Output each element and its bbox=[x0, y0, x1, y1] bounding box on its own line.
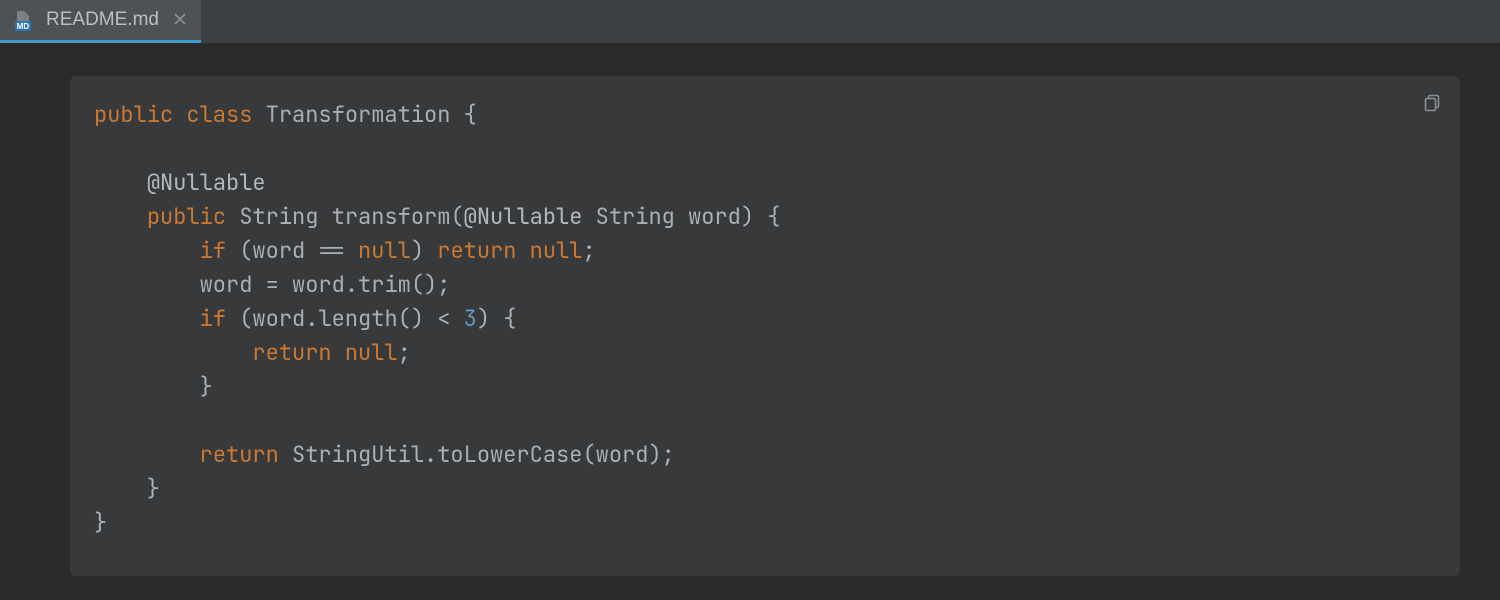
editor-viewport[interactable]: public class Transformation { @Nullable … bbox=[0, 44, 1500, 600]
svg-text:MD: MD bbox=[17, 22, 30, 31]
tab-filename: README.md bbox=[46, 9, 159, 31]
editor-tab-readme[interactable]: MD README.md bbox=[0, 0, 201, 43]
copy-icon[interactable] bbox=[1422, 92, 1442, 117]
code-content[interactable]: public class Transformation { @Nullable … bbox=[94, 98, 1436, 540]
close-icon[interactable] bbox=[173, 11, 187, 29]
code-fence-block: public class Transformation { @Nullable … bbox=[70, 76, 1460, 576]
tab-bar: MD README.md bbox=[0, 0, 1500, 44]
markdown-file-icon: MD bbox=[12, 8, 36, 32]
